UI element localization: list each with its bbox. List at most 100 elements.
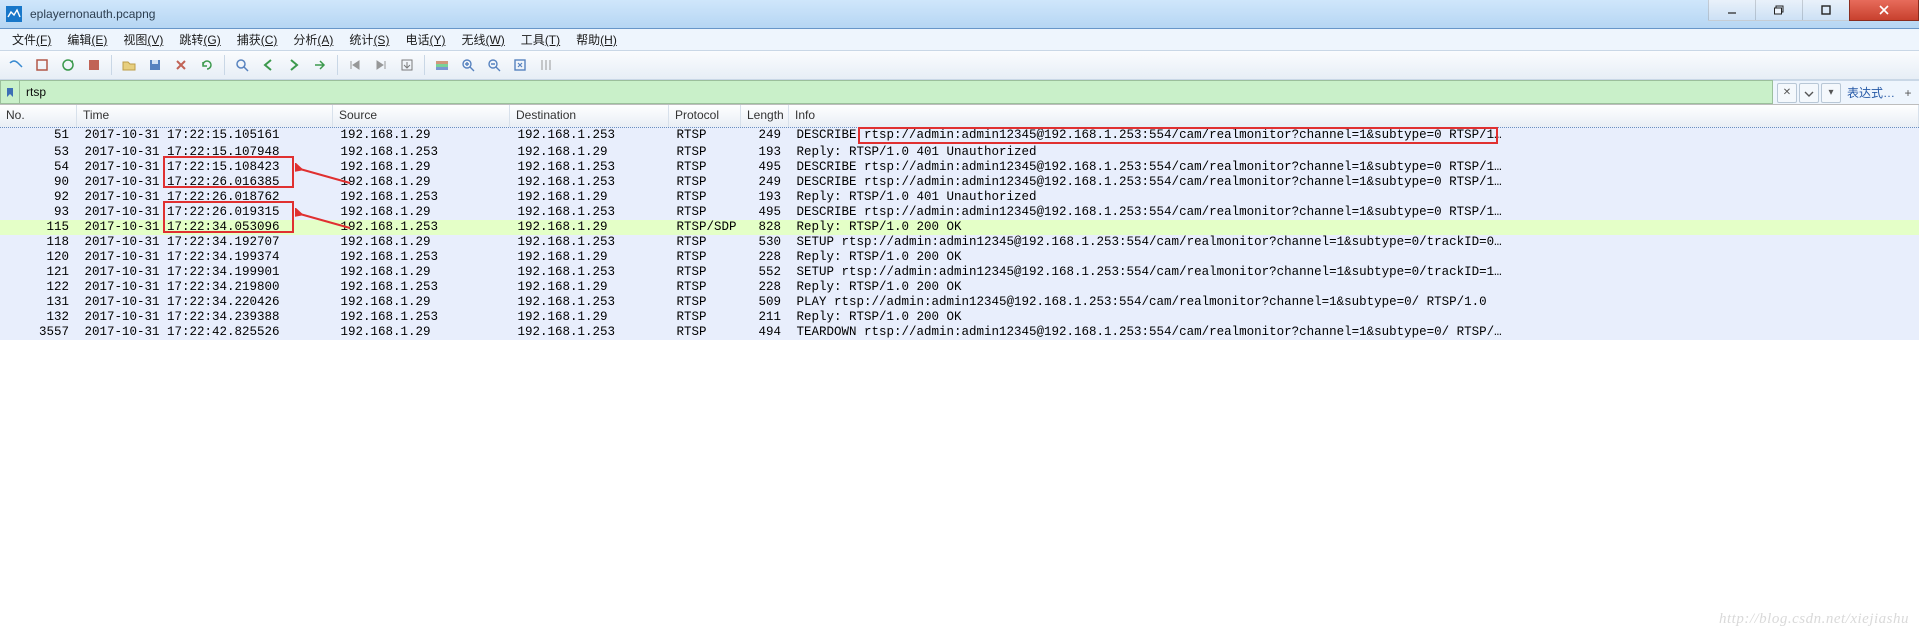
cell-info: DESCRIBE rtsp://admin:admin12345@192.168… [789, 128, 1919, 145]
menu-编辑[interactable]: 编辑(E) [59, 29, 115, 50]
cell-len: 494 [741, 325, 789, 340]
watermark: http://blog.csdn.net/xiejiashu [1719, 612, 1909, 627]
close-button[interactable] [1849, 0, 1919, 21]
cell-src: 192.168.1.29 [333, 205, 510, 220]
cell-src: 192.168.1.29 [333, 325, 510, 340]
cell-no: 115 [0, 220, 77, 235]
cell-len: 228 [741, 250, 789, 265]
cell-prot: RTSP [669, 205, 741, 220]
column-header-dst[interactable]: Destination [510, 105, 669, 127]
menu-工具[interactable]: 工具(T) [513, 29, 568, 50]
cell-len: 193 [741, 190, 789, 205]
toolbar-save-icon[interactable] [143, 53, 167, 77]
menu-视图[interactable]: 视图(V) [115, 29, 171, 50]
cell-src: 192.168.1.253 [333, 220, 510, 235]
toolbar-colorize-icon[interactable] [430, 53, 454, 77]
toolbar-goto-icon[interactable] [308, 53, 332, 77]
cell-len: 249 [741, 175, 789, 190]
menu-电话[interactable]: 电话(Y) [397, 29, 453, 50]
menu-分析[interactable]: 分析(A) [285, 29, 341, 50]
cell-len: 509 [741, 295, 789, 310]
cell-no: 92 [0, 190, 77, 205]
toolbar-last-icon[interactable] [369, 53, 393, 77]
maximize-button[interactable] [1802, 0, 1850, 21]
packet-row[interactable]: 54 2017-10-31 17:22:15.108423 192.168.1.… [0, 160, 1919, 175]
cell-time: 2017-10-31 17:22:34.199901 [77, 265, 333, 280]
column-header-no[interactable]: No. [0, 105, 77, 127]
cell-src: 192.168.1.253 [333, 190, 510, 205]
cell-prot: RTSP [669, 175, 741, 190]
filter-recent-button[interactable]: ▾ [1821, 83, 1841, 103]
menu-无线[interactable]: 无线(W) [453, 29, 512, 50]
toolbar-separator [224, 55, 225, 75]
menu-跳转[interactable]: 跳转(G) [171, 29, 228, 50]
cell-info: Reply: RTSP/1.0 401 Unauthorized [789, 190, 1919, 205]
display-filter-input[interactable] [19, 80, 1773, 104]
restore-button[interactable] [1755, 0, 1803, 21]
cell-len: 193 [741, 145, 789, 160]
packet-row[interactable]: 118 2017-10-31 17:22:34.192707 192.168.1… [0, 235, 1919, 250]
cell-prot: RTSP [669, 145, 741, 160]
toolbar-stop-icon[interactable] [82, 53, 106, 77]
cell-len: 552 [741, 265, 789, 280]
toolbar-find-icon[interactable] [230, 53, 254, 77]
toolbar-open-icon[interactable] [117, 53, 141, 77]
toolbar-start-capture-icon[interactable] [4, 53, 28, 77]
menu-捕获[interactable]: 捕获(C) [229, 29, 286, 50]
cell-prot: RTSP [669, 265, 741, 280]
column-header-time[interactable]: Time [77, 105, 333, 127]
packet-row[interactable]: 90 2017-10-31 17:22:26.016385 192.168.1.… [0, 175, 1919, 190]
filter-add-button[interactable]: + [1901, 86, 1915, 100]
menu-统计[interactable]: 统计(S) [341, 29, 397, 50]
cell-time: 2017-10-31 17:22:34.219800 [77, 280, 333, 295]
packet-row[interactable]: 92 2017-10-31 17:22:26.018762 192.168.1.… [0, 190, 1919, 205]
packet-row[interactable]: 121 2017-10-31 17:22:34.199901 192.168.1… [0, 265, 1919, 280]
toolbar-zoom-out-icon[interactable] [482, 53, 506, 77]
toolbar-zoom-reset-icon[interactable] [508, 53, 532, 77]
packet-row[interactable]: 51 2017-10-31 17:22:15.105161 192.168.1.… [0, 127, 1919, 146]
packet-row[interactable]: 53 2017-10-31 17:22:15.107948 192.168.1.… [0, 145, 1919, 160]
cell-dst: 192.168.1.29 [510, 310, 669, 325]
filter-apply-button[interactable] [1799, 83, 1819, 103]
toolbar-resize-columns-icon[interactable] [534, 53, 558, 77]
toolbar-first-icon[interactable] [343, 53, 367, 77]
cell-dst: 192.168.1.29 [510, 220, 669, 235]
column-header-len[interactable]: Length [741, 105, 789, 127]
toolbar-back-icon[interactable] [256, 53, 280, 77]
toolbar-zoom-in-icon[interactable] [456, 53, 480, 77]
toolbar-reload-icon[interactable] [195, 53, 219, 77]
cell-len: 211 [741, 310, 789, 325]
packet-row[interactable]: 131 2017-10-31 17:22:34.220426 192.168.1… [0, 295, 1919, 310]
cell-src: 192.168.1.29 [333, 160, 510, 175]
annotation-arrow-2 [295, 208, 355, 238]
cell-src: 192.168.1.29 [333, 295, 510, 310]
cell-prot: RTSP [669, 128, 741, 145]
menu-帮助[interactable]: 帮助(H) [568, 29, 625, 50]
minimize-button[interactable] [1708, 0, 1756, 21]
toolbar-options-icon[interactable] [30, 53, 54, 77]
toolbar-autoscroll-icon[interactable] [395, 53, 419, 77]
packet-row[interactable]: 93 2017-10-31 17:22:26.019315 192.168.1.… [0, 205, 1919, 220]
cell-time: 2017-10-31 17:22:34.199374 [77, 250, 333, 265]
packet-list-header[interactable]: No. Time Source Destination Protocol Len… [0, 105, 1919, 128]
column-header-info[interactable]: Info [789, 105, 1919, 127]
cell-prot: RTSP/SDP [669, 220, 741, 235]
packet-row[interactable]: 122 2017-10-31 17:22:34.219800 192.168.1… [0, 280, 1919, 295]
toolbar-restart-icon[interactable] [56, 53, 80, 77]
packet-row[interactable]: 115 2017-10-31 17:22:34.053096 192.168.1… [0, 220, 1919, 235]
column-header-src[interactable]: Source [333, 105, 510, 127]
filter-clear-button[interactable]: ✕ [1777, 83, 1797, 103]
packet-row[interactable]: 120 2017-10-31 17:22:34.199374 192.168.1… [0, 250, 1919, 265]
column-header-prot[interactable]: Protocol [669, 105, 741, 127]
packet-row[interactable]: 132 2017-10-31 17:22:34.239388 192.168.1… [0, 310, 1919, 325]
expression-label[interactable]: 表达式… [1843, 84, 1899, 101]
cell-dst: 192.168.1.253 [510, 160, 669, 175]
packet-row[interactable]: 3557 2017-10-31 17:22:42.825526 192.168.… [0, 325, 1919, 340]
toolbar-close-icon[interactable] [169, 53, 193, 77]
menu-文件[interactable]: 文件(F) [4, 29, 59, 50]
filter-bookmark-icon[interactable] [0, 80, 19, 104]
toolbar-forward-icon[interactable] [282, 53, 306, 77]
cell-info: PLAY rtsp://admin:admin12345@192.168.1.2… [789, 295, 1919, 310]
cell-src: 192.168.1.253 [333, 250, 510, 265]
cell-src: 192.168.1.253 [333, 145, 510, 160]
